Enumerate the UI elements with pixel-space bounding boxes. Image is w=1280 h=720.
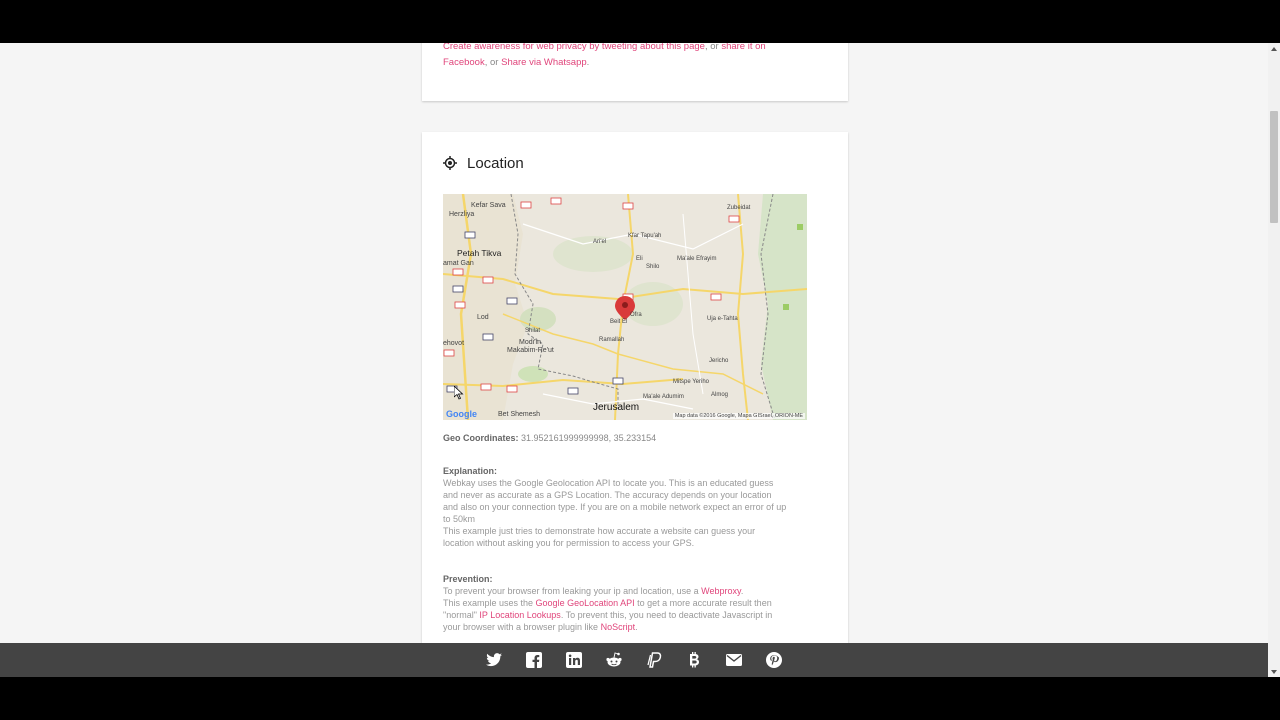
- bitcoin-icon[interactable]: [674, 643, 714, 677]
- prevention-line: your browser with a browser plugin like …: [443, 621, 813, 633]
- prevention-line: "normal" IP Location Lookups. To prevent…: [443, 609, 813, 621]
- map-label: Ramallah: [599, 337, 625, 343]
- vertical-scrollbar[interactable]: [1268, 43, 1280, 677]
- whatsapp-link[interactable]: Share via Whatsapp: [501, 57, 587, 68]
- prevention-text: to get a more accurate result then: [634, 598, 772, 608]
- map-terrain: [443, 194, 807, 420]
- period-text: .: [586, 57, 590, 68]
- prevention-text: .: [635, 622, 638, 632]
- map-label: Uja e-Tahta: [707, 316, 738, 322]
- twitter-icon[interactable]: [474, 643, 514, 677]
- scrollbar-thumb[interactable]: [1270, 111, 1278, 223]
- separator-text: , or: [704, 43, 722, 52]
- crosshair-icon: [443, 156, 457, 170]
- pinterest-icon[interactable]: [754, 643, 794, 677]
- facebook-icon[interactable]: [514, 643, 554, 677]
- prevention-text: This example uses the: [443, 598, 536, 608]
- prevention-text: "normal": [443, 610, 480, 620]
- share-icons: [474, 643, 794, 677]
- prevention-line: To prevent your browser from leaking you…: [443, 585, 813, 597]
- map-label: Ofra: [630, 312, 642, 318]
- map-label: Petah Tikva: [457, 248, 502, 258]
- prevention-heading: Prevention:: [443, 574, 493, 584]
- map-label: Herzliya: [449, 211, 475, 218]
- explanation-line: and never as accurate as a GPS Location.…: [443, 490, 772, 500]
- paypal-icon[interactable]: [634, 643, 674, 677]
- linkedin-icon[interactable]: [554, 643, 594, 677]
- location-card: Location Kefar Sava Herzliya Petah Tikva…: [422, 132, 848, 677]
- map-label: Shilat: [525, 328, 541, 334]
- map-label: Ma'ale Adumim: [643, 394, 684, 400]
- map-label: Kefar Sava: [471, 202, 506, 209]
- separator-text: , or: [484, 57, 502, 68]
- map-attribution[interactable]: Map data ©2016 Google, Mapa GISrael, ORI…: [672, 413, 805, 419]
- geo-coordinates: Geo Coordinates: 31.952161999999998, 35.…: [443, 433, 656, 443]
- map-label: Jerusalem: [593, 402, 640, 413]
- map-label: amat Gan: [443, 260, 474, 267]
- email-icon[interactable]: [714, 643, 754, 677]
- map-label: Eli: [636, 256, 643, 262]
- prevention-text: . To prevent this, you need to deactivat…: [560, 610, 773, 620]
- explanation-heading: Explanation:: [443, 466, 498, 476]
- prevention-section: Prevention: To prevent your browser from…: [443, 573, 813, 633]
- geo-value: 31.952161999999998, 35.233154: [521, 433, 657, 443]
- google-logo[interactable]: Google: [446, 409, 477, 419]
- share-bar: [0, 643, 1268, 677]
- reddit-icon[interactable]: [594, 643, 634, 677]
- map-label: ehovot: [443, 340, 465, 347]
- map-label: Zubeidat: [727, 205, 751, 211]
- location-title: Location: [467, 154, 524, 172]
- prevention-text: .: [740, 586, 744, 596]
- share-awareness-card: Create awareness for web privacy by twee…: [422, 43, 848, 101]
- map-label: Shilo: [646, 264, 660, 270]
- ip-location-lookups-link[interactable]: IP Location Lookups: [479, 610, 560, 620]
- explanation-line: and also on your connection type. If you…: [443, 502, 787, 512]
- location-header: Location: [443, 153, 524, 173]
- geo-label: Geo Coordinates:: [443, 433, 519, 443]
- prevention-text: To prevent your browser from leaking you…: [443, 586, 702, 596]
- map-label: Ma'ale Efrayim: [677, 256, 717, 262]
- explanation-line: location without asking you for permissi…: [443, 538, 695, 548]
- scroll-up-arrow-icon[interactable]: [1271, 47, 1277, 51]
- explanation-line: Webkay uses the Google Geolocation API t…: [443, 478, 774, 488]
- webproxy-link[interactable]: Webproxy: [701, 586, 741, 596]
- map-label: Kfar Tapu'ah: [628, 233, 662, 239]
- map-label: Jericho: [709, 358, 729, 364]
- location-map[interactable]: Kefar Sava Herzliya Petah Tikva amat Gan…: [443, 194, 807, 420]
- share-on-link[interactable]: share it on: [721, 43, 765, 52]
- prevention-text: your browser with a browser plugin like: [443, 622, 601, 632]
- map-label: Almog: [711, 392, 729, 398]
- page-viewport: Create awareness for web privacy by twee…: [0, 43, 1268, 677]
- tweet-link[interactable]: Create awareness for web privacy by twee…: [443, 43, 705, 52]
- explanation-section: Explanation: Webkay uses the Google Geol…: [443, 465, 813, 549]
- map-label: Lod: [477, 314, 489, 321]
- map-label: Beit El: [610, 319, 628, 325]
- scroll-down-arrow-icon[interactable]: [1271, 670, 1277, 674]
- noscript-link[interactable]: NoScript: [601, 622, 636, 632]
- map-label: Mitspe Yeriho: [673, 379, 710, 385]
- map-label: Modi'in: [519, 339, 541, 346]
- explanation-line: to 50km: [443, 514, 476, 524]
- google-geolocation-api-link[interactable]: Google GeoLocation API: [536, 598, 635, 608]
- google-logo-text: Google: [446, 409, 477, 419]
- facebook-link[interactable]: Facebook: [443, 57, 485, 68]
- prevention-line: This example uses the Google GeoLocation…: [443, 597, 813, 609]
- share-awareness-text: Create awareness for web privacy by twee…: [443, 43, 823, 71]
- map-label: Ari'el: [593, 239, 607, 245]
- map-label: Makabim-Re'ut: [507, 347, 554, 354]
- map-label: Bet Shemesh: [498, 411, 541, 418]
- explanation-line: This example just tries to demonstrate h…: [443, 526, 756, 536]
